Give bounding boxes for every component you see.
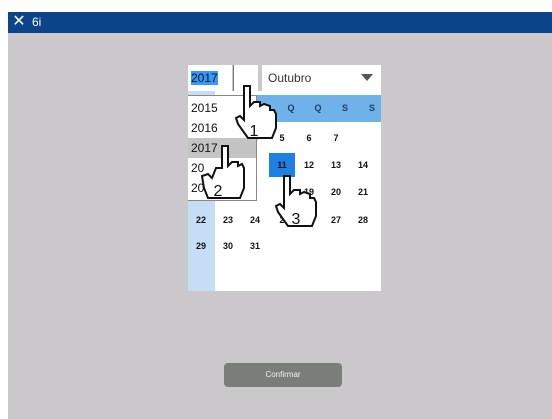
annotation-number: 2	[214, 183, 223, 200]
weekday-label: Q	[314, 103, 322, 113]
weekday-label: Q	[287, 103, 295, 113]
close-icon[interactable]: ✕	[12, 13, 26, 31]
title-bar: ✕ 6i	[8, 12, 552, 33]
hand-pointer-icon: 2	[200, 145, 245, 200]
calendar-day[interactable]: 22	[188, 208, 214, 232]
calendar-day[interactable]: 24	[242, 208, 268, 232]
calendar-day[interactable]: 30	[215, 234, 241, 258]
calendar-day[interactable]: 20	[323, 180, 349, 204]
window-title: 6i	[32, 15, 42, 29]
calendar-day[interactable]: 28	[350, 208, 376, 232]
year-select[interactable]: 2017	[188, 65, 232, 91]
hand-pointer-icon: 1	[234, 85, 277, 140]
calendar-day[interactable]: 23	[215, 208, 241, 232]
annotation-number: 1	[250, 123, 259, 140]
confirm-button[interactable]: Confirmar	[224, 363, 342, 387]
calendar-day[interactable]: 6	[296, 126, 322, 150]
chevron-down-icon[interactable]	[361, 74, 373, 81]
calendar-day[interactable]: 27	[323, 208, 349, 232]
calendar-day[interactable]: 31	[242, 234, 268, 258]
year-value: 2017	[191, 71, 218, 85]
calendar-day[interactable]: 21	[350, 180, 376, 204]
hand-pointer-icon: 3	[274, 175, 317, 228]
app-window: ✕ 6i 2017 Outubro Q Q S S 45671112131471…	[8, 12, 552, 419]
calendar-day[interactable]: 7	[323, 126, 349, 150]
month-select[interactable]: Outubro	[262, 65, 381, 91]
calendar-day[interactable]: 29	[188, 234, 214, 258]
weekday-label: S	[368, 103, 375, 113]
calendar-day[interactable]: 14	[350, 153, 376, 177]
annotation-number: 3	[292, 211, 301, 228]
calendar-day[interactable]: 13	[323, 153, 349, 177]
weekday-label: S	[341, 103, 348, 113]
